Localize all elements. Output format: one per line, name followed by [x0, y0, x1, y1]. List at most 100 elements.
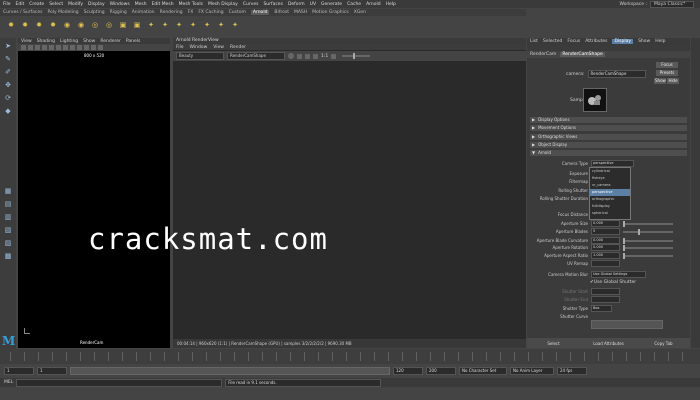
menu-item-9[interactable]: Mesh Tools: [179, 2, 203, 7]
viewport-menu-3[interactable]: Show: [83, 39, 95, 44]
camera-type-option-1[interactable]: fisheye: [590, 175, 630, 182]
menu-item-5[interactable]: Display: [88, 2, 105, 7]
menu-item-14[interactable]: UV: [310, 2, 316, 7]
renderview-menu-0[interactable]: File: [176, 45, 184, 50]
ae-tab-6[interactable]: Help: [655, 39, 665, 44]
range-bar[interactable]: [70, 366, 390, 375]
menu-item-6[interactable]: Windows: [110, 2, 130, 7]
help-icon[interactable]: ✦: [230, 20, 240, 30]
shelf-tab-2[interactable]: Sculpting: [84, 10, 105, 15]
light-icon[interactable]: ✹: [48, 20, 58, 30]
shutter-start-input[interactable]: [591, 288, 620, 295]
layout-icon[interactable]: ▦: [3, 186, 13, 196]
attr-value-input[interactable]: 0.000: [591, 220, 620, 227]
refresh-icon[interactable]: [305, 53, 310, 59]
renderview-menu-1[interactable]: Window: [190, 45, 208, 50]
layout-icon[interactable]: ▤: [3, 199, 13, 209]
shelf-tab-9[interactable]: Arnold: [250, 10, 270, 15]
layout-icon[interactable]: ▧: [3, 225, 13, 235]
fps-dropdown[interactable]: 24 fps: [557, 366, 587, 375]
camera-icon[interactable]: [28, 45, 33, 50]
camera-type-option-5[interactable]: fulldisplay: [590, 203, 630, 210]
slider-knob[interactable]: [623, 237, 625, 244]
section-header-4[interactable]: ▼ Arnold: [530, 150, 687, 157]
fog-icon[interactable]: ✦: [160, 20, 170, 30]
motion-blur-dropdown[interactable]: Use Global Settings: [591, 271, 646, 278]
gamma-icon[interactable]: [98, 45, 103, 50]
viewport-menu-5[interactable]: Panels: [126, 39, 140, 44]
section-header-2[interactable]: ▶ Orthographic Views: [530, 133, 687, 140]
menu-item-0[interactable]: File: [3, 2, 11, 7]
slider-knob[interactable]: [623, 220, 625, 227]
menu-item-18[interactable]: Help: [386, 2, 396, 7]
load-attributes-button[interactable]: Load Attributes: [582, 341, 635, 346]
sky-icon[interactable]: ◉: [76, 20, 86, 30]
start-frame-input[interactable]: 1: [4, 366, 34, 375]
render-icon[interactable]: [288, 53, 294, 59]
shelf-tab-6[interactable]: FX: [188, 10, 194, 15]
animation-end-input[interactable]: 200: [426, 366, 456, 375]
license-icon[interactable]: ✦: [216, 20, 226, 30]
viewport-menu-1[interactable]: Shading: [37, 39, 55, 44]
attr-slider[interactable]: [623, 244, 673, 251]
move-tool-icon[interactable]: ✥: [3, 80, 13, 90]
shaded-icon[interactable]: [56, 45, 61, 50]
menu-item-3[interactable]: Select: [49, 2, 63, 7]
menu-item-11[interactable]: Curves: [243, 2, 259, 7]
camera-type-option-0[interactable]: cylindrical: [590, 168, 630, 175]
renderview-menu-2[interactable]: View: [213, 45, 224, 50]
viewport[interactable]: [18, 38, 170, 348]
camera-type-option-6[interactable]: spherical: [590, 210, 630, 217]
menu-item-8[interactable]: Edit Mesh: [152, 2, 174, 7]
crop-icon[interactable]: [313, 53, 318, 59]
attr-value-input[interactable]: [591, 260, 620, 267]
viewport-menu-4[interactable]: Renderer: [100, 39, 121, 44]
slider-knob[interactable]: [638, 228, 640, 235]
stop-icon[interactable]: [297, 53, 302, 59]
copy-tab-button[interactable]: Copy Tab: [637, 341, 690, 346]
menu-item-13[interactable]: Deform: [288, 2, 305, 7]
node-tab-0[interactable]: RenderCam: [530, 52, 556, 57]
presets-button[interactable]: Presets: [656, 70, 678, 76]
shelf-tab-4[interactable]: Animation: [132, 10, 155, 15]
menu-item-1[interactable]: Edit: [16, 2, 25, 7]
volume-icon[interactable]: ✦: [146, 20, 156, 30]
section-header-0[interactable]: ▶ Display Options: [530, 117, 687, 123]
playback-start-input[interactable]: 1: [37, 366, 67, 375]
hide-button[interactable]: Hide: [667, 78, 679, 84]
attr-value-input[interactable]: 0.000: [591, 244, 620, 251]
arnold-render-icon[interactable]: ✹: [6, 20, 16, 30]
shelf-tab-8[interactable]: Custom: [229, 10, 246, 15]
attr-value-input[interactable]: 1.000: [591, 252, 620, 259]
ae-tab-2[interactable]: Focus: [567, 39, 580, 44]
select-tool-icon[interactable]: ➤: [3, 41, 13, 51]
render-view[interactable]: [173, 38, 526, 348]
shelf-tab-1[interactable]: Poly Modeling: [48, 10, 79, 15]
attr-slider[interactable]: [623, 220, 673, 227]
menu-item-17[interactable]: Arnold: [366, 2, 381, 7]
shutter-type-dropdown[interactable]: Box: [591, 305, 612, 312]
command-input[interactable]: [16, 378, 223, 387]
shutter-curve-graph[interactable]: [591, 320, 663, 329]
denoise-icon[interactable]: ✦: [174, 20, 184, 30]
ae-tab-3[interactable]: Attributes: [585, 39, 607, 44]
select-button[interactable]: Select: [527, 341, 580, 346]
attr-slider[interactable]: [623, 252, 673, 259]
attr-value-input[interactable]: 0.000: [591, 237, 620, 244]
shelf-tab-5[interactable]: Rendering: [160, 10, 183, 15]
attr-slider[interactable]: [623, 228, 673, 235]
menu-item-10[interactable]: Mesh Display: [208, 2, 238, 7]
lasso-tool-icon[interactable]: ✎: [3, 54, 13, 64]
shelf-tab-13[interactable]: XGen: [354, 10, 366, 15]
camera-dropdown[interactable]: RenderCamShape: [227, 52, 285, 60]
shelf-tab-10[interactable]: Bifrost: [274, 10, 289, 15]
layout-icon[interactable]: ▨: [3, 238, 13, 248]
section-header-1[interactable]: ▶ Movement Options: [530, 125, 687, 132]
shelf-tab-0[interactable]: Curves / Surfaces: [3, 10, 43, 15]
camera-type-dropdown[interactable]: perspective: [591, 160, 634, 167]
ae-tab-0[interactable]: List: [530, 39, 538, 44]
menu-item-4[interactable]: Modify: [68, 2, 83, 7]
workspace-selector[interactable]: Workspace : Maya Classic*: [619, 1, 694, 8]
ae-tab-1[interactable]: Selected: [543, 39, 563, 44]
layout-icon[interactable]: ▩: [3, 251, 13, 261]
